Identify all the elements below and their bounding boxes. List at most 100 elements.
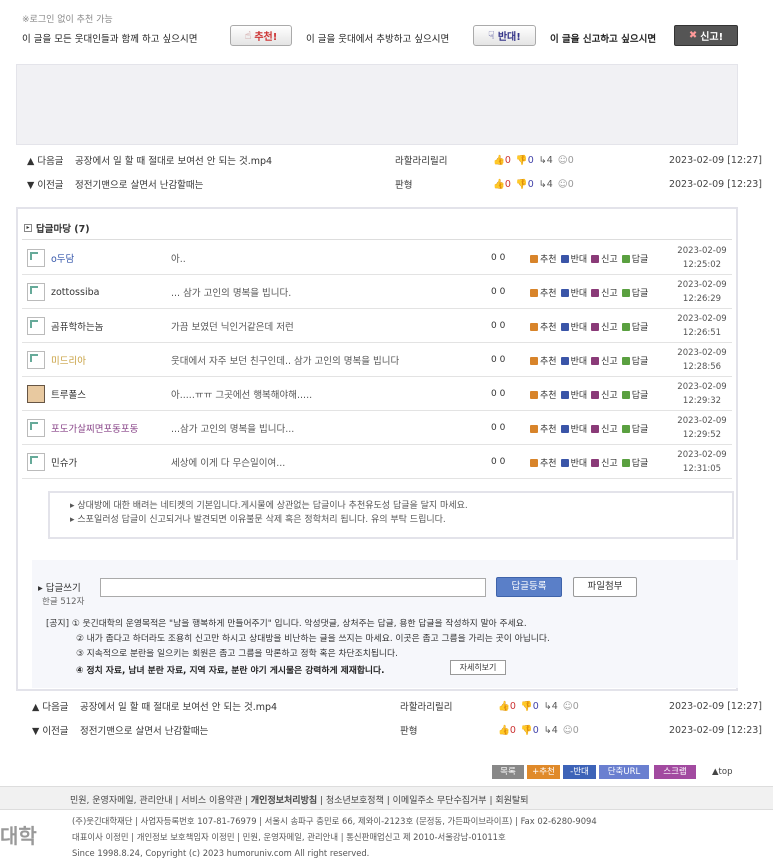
comment-recommend-button[interactable]: 추천 <box>530 320 557 333</box>
comment-reply-button[interactable]: 답글 <box>621 286 648 299</box>
next-post-date: 2023-02-09 [12:27] <box>668 700 762 712</box>
comment-date: 2023-02-09 <box>677 280 727 290</box>
comment-oppose-button[interactable]: 반대 <box>560 456 587 469</box>
prev-post-row[interactable]: ▼ 이전글 정전기맨으로 살면서 난감할때는 판형 👍0 👎0 ↳4 ☺0 20… <box>27 176 762 192</box>
prev-post-title[interactable]: 정전기맨으로 살면서 난감할때는 <box>80 723 400 737</box>
recommend-button[interactable]: ☝ 추천! <box>230 25 292 46</box>
footer-link[interactable]: 청소년보호정책 <box>326 796 384 806</box>
comment-nickname[interactable]: 트루폴스 <box>51 387 171 401</box>
comment-icon: ☺ <box>557 178 568 190</box>
comment-oppose-button[interactable]: 반대 <box>560 354 587 367</box>
comment-nickname[interactable]: 곰퓨학하는놈 <box>51 319 171 333</box>
avatar[interactable] <box>27 453 45 471</box>
comment-reply-button[interactable]: 답글 <box>621 252 648 265</box>
comment-time: 12:31:05 <box>682 464 722 474</box>
comment-nickname[interactable]: zottossiba <box>51 287 171 298</box>
footer-separator: | <box>172 796 182 806</box>
comment-report-button[interactable]: 신고 <box>591 422 618 435</box>
comment-date: 2023-02-09 <box>677 450 727 460</box>
comment-oppose-button[interactable]: 반대 <box>560 422 587 435</box>
prev-post-author[interactable]: 판형 <box>400 723 498 737</box>
comment-recommend-button[interactable]: 추천 <box>530 286 557 299</box>
scrap-button[interactable]: 스크랩 <box>654 765 696 779</box>
comment-reply-button[interactable]: 답글 <box>621 456 648 469</box>
expand-icon: ▸ <box>24 224 32 232</box>
avatar[interactable] <box>27 351 45 369</box>
footer-link[interactable]: 민원, 운영자메일, 관리안내 <box>70 796 173 806</box>
comment-submit-button[interactable]: 답글등록 <box>496 577 562 597</box>
avatar[interactable] <box>27 283 45 301</box>
oppose-icon <box>560 356 569 365</box>
comment-header: ▸ 답글마당 (7) <box>24 221 90 235</box>
prev-post-author[interactable]: 판형 <box>395 177 493 191</box>
comment-recommend-button[interactable]: 추천 <box>530 456 557 469</box>
footer-info-3: Since 1998.8.24, Copyright (c) 2023 humo… <box>72 848 370 858</box>
comment-reply-button[interactable]: 답글 <box>621 354 648 367</box>
bottom-recommend-button[interactable]: +추천 <box>527 765 560 779</box>
comment-nickname[interactable]: 민슈가 <box>51 455 171 469</box>
comment-row: 트루폴스 아.....ㅠㅠ 그곳에선 행복해야해..... 0 0 추천 반대 신고 답글 2… <box>22 378 732 411</box>
footer-link[interactable]: 회원탈퇴 <box>495 796 528 806</box>
next-post-author[interactable]: 라할라리릴리 <box>400 699 498 713</box>
comment-oppose-button[interactable]: 반대 <box>560 388 587 401</box>
prev-post-stats: 👍0 👎0 ↳4 ☺0 <box>498 724 579 736</box>
comment-datetime: 2023-02-09 12:25:02 <box>672 244 732 272</box>
next-post-row-bottom[interactable]: ▲ 다음글 공장에서 일 할 때 절대로 보여선 안 되는 것.mp4 라할라리… <box>32 698 762 714</box>
footer-link[interactable]: 서비스 이용약관 <box>181 796 242 806</box>
comment-row: zottossiba... 삼가 고인의 명복을 빕니다. 0 0 추천 반대 신고 답글… <box>22 276 732 309</box>
report-button[interactable]: ✖ 신고! <box>674 25 738 46</box>
comment-date: 2023-02-09 <box>677 416 727 426</box>
comment-report-button[interactable]: 신고 <box>591 388 618 401</box>
next-post-author[interactable]: 라할라리릴리 <box>395 153 493 167</box>
comment-oppose-button[interactable]: 반대 <box>560 320 587 333</box>
rules-detail-button[interactable]: 자세히보기 <box>450 660 506 675</box>
comment-reply-button[interactable]: 답글 <box>621 422 648 435</box>
short-url-button[interactable]: 단축URL <box>599 765 649 779</box>
prev-post-row-bottom[interactable]: ▼ 이전글 정전기맨으로 살면서 난감할때는 판형 👍0 👎0 ↳4 ☺0 20… <box>32 722 762 738</box>
comment-reply-button[interactable]: 답글 <box>621 320 648 333</box>
comment-oppose-button[interactable]: 반대 <box>560 252 587 265</box>
comment-oppose-button[interactable]: 반대 <box>560 286 587 299</box>
footer-link[interactable]: 이메일주소 무단수집거부 <box>393 796 487 806</box>
prev-post-date: 2023-02-09 [12:23] <box>668 724 762 736</box>
attach-file-button[interactable]: 파일첨부 <box>573 577 637 597</box>
comment-input[interactable] <box>100 578 486 597</box>
comment-counts: 0 0 <box>491 389 506 399</box>
comment-nickname[interactable]: 포도가살찌면포동포동 <box>51 421 171 435</box>
thumbs-down-icon: 👎 <box>515 178 528 190</box>
thumbs-down-icon: 👎 <box>520 700 533 712</box>
report-text: 이 글을 신고하고 싶으시면 <box>550 34 657 45</box>
rules-line-2: ② 내가 좀다고 하더라도 조용히 신고만 하시고 상대방을 비난하는 글을 쓰… <box>76 634 550 644</box>
avatar[interactable] <box>27 317 45 335</box>
prev-post-title[interactable]: 정전기맨으로 살면서 난감할때는 <box>75 177 395 191</box>
comment-recommend-button[interactable]: 추천 <box>530 422 557 435</box>
comment-nickname[interactable]: o두담 <box>51 251 171 265</box>
oppose-button[interactable]: ☟ 반대! <box>473 25 536 46</box>
bottom-oppose-button[interactable]: -반대 <box>563 765 596 779</box>
avatar[interactable] <box>27 385 45 403</box>
comment-report-button[interactable]: 신고 <box>591 456 618 469</box>
comment-actions: 추천 반대 신고 답글 <box>530 252 648 265</box>
comment-report-button[interactable]: 신고 <box>591 320 618 333</box>
comment-recommend-button[interactable]: 추천 <box>530 388 557 401</box>
comment-recommend-button[interactable]: 추천 <box>530 354 557 367</box>
comment-text: 세상에 이게 다 무슨일이여... <box>171 458 286 469</box>
avatar[interactable] <box>27 419 45 437</box>
list-button[interactable]: 목록 <box>492 765 524 779</box>
footer-link[interactable]: 개인정보처리방침 <box>251 796 317 806</box>
comment-report-button[interactable]: 신고 <box>591 286 618 299</box>
next-post-title[interactable]: 공장에서 일 할 때 절대로 보여선 안 되는 것.mp4 <box>80 699 400 713</box>
top-link[interactable]: ▲top <box>712 767 732 777</box>
comment-time: 12:29:32 <box>682 396 722 406</box>
comment-report-button[interactable]: 신고 <box>591 354 618 367</box>
comment-reply-button[interactable]: 답글 <box>621 388 648 401</box>
next-post-title[interactable]: 공장에서 일 할 때 절대로 보여선 안 되는 것.mp4 <box>75 153 395 167</box>
next-post-row[interactable]: ▲ 다음글 공장에서 일 할 때 절대로 보여선 안 되는 것.mp4 라할라리… <box>27 152 762 168</box>
comment-report-button[interactable]: 신고 <box>591 252 618 265</box>
comment-recommend-button[interactable]: 추천 <box>530 252 557 265</box>
comment-actions: 추천 반대 신고 답글 <box>530 320 648 333</box>
comment-header-divider <box>22 239 732 240</box>
comment-nickname[interactable]: 미드리아 <box>51 353 171 367</box>
next-post-date: 2023-02-09 [12:27] <box>668 154 762 166</box>
avatar[interactable] <box>27 249 45 267</box>
